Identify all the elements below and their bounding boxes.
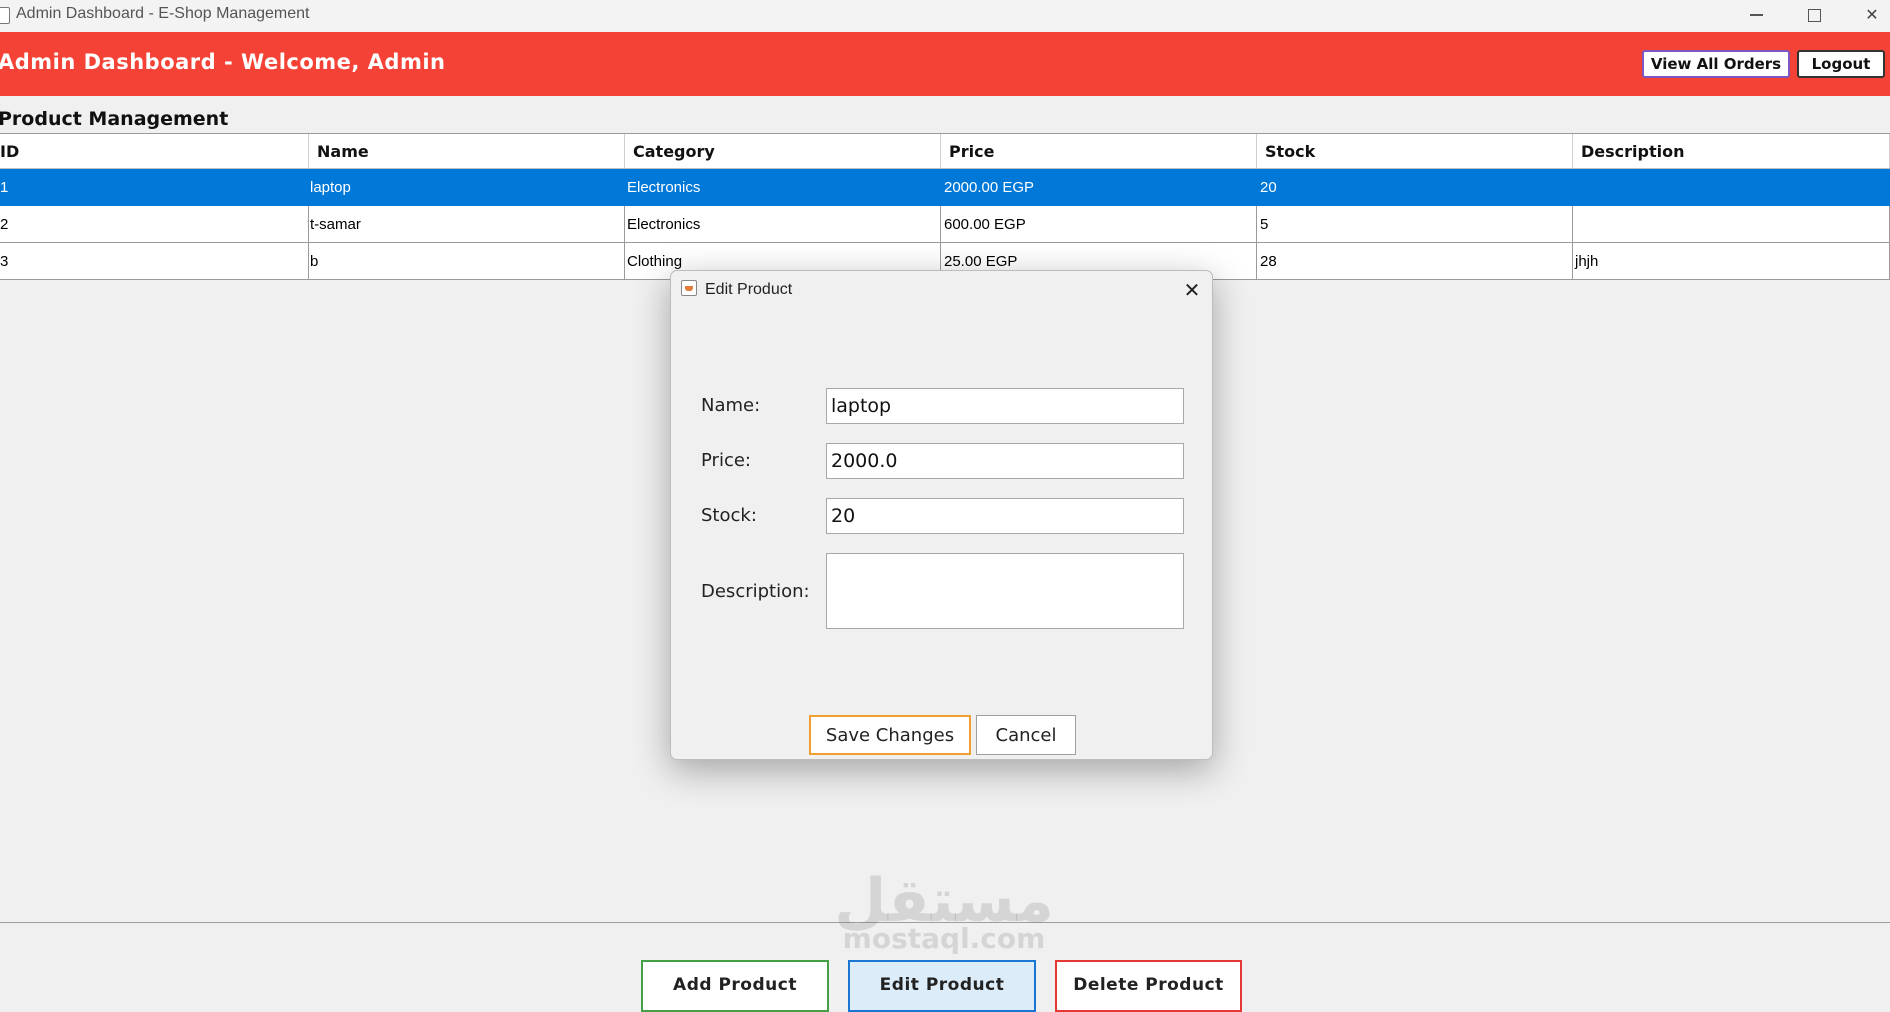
cell-stock: 20 [1257, 169, 1573, 205]
minimize-icon[interactable] [1727, 0, 1785, 30]
cell-name: laptop [309, 169, 625, 205]
cell-category: Electronics [625, 169, 941, 205]
header-title: Admin Dashboard - Welcome, Admin [0, 50, 446, 74]
price-label: Price: [701, 450, 751, 471]
table-row[interactable]: 1 laptop Electronics 2000.00 EGP 20 [0, 169, 1890, 206]
cell-description [1573, 206, 1890, 242]
window-title: Admin Dashboard - E-Shop Management [16, 5, 310, 22]
watermark: مستقل mostaql.com [828, 870, 1060, 954]
column-header-price[interactable]: Price [941, 134, 1257, 168]
add-product-button[interactable]: Add Product [641, 960, 829, 1012]
column-header-name[interactable]: Name [309, 134, 625, 168]
edit-product-button[interactable]: Edit Product [848, 960, 1036, 1012]
cell-description: jhjh [1573, 243, 1890, 279]
close-icon[interactable]: ✕ [1843, 0, 1890, 30]
cell-name: t-samar [309, 206, 625, 242]
column-header-stock[interactable]: Stock [1257, 134, 1573, 168]
cell-description [1573, 169, 1890, 205]
logout-button[interactable]: Logout [1797, 50, 1885, 78]
dashboard-header: Admin Dashboard - Welcome, Admin View Al… [0, 32, 1890, 96]
cancel-button[interactable]: Cancel [976, 715, 1076, 755]
java-app-icon [0, 7, 10, 24]
cell-id: 1 [0, 169, 309, 205]
dialog-titlebar: Edit Product ✕ [671, 271, 1212, 311]
stock-label: Stock: [701, 505, 757, 526]
table-header-row: ID Name Category Price Stock Description [0, 133, 1890, 169]
edit-product-dialog: Edit Product ✕ Name: Price: Stock: Descr… [670, 270, 1213, 760]
table-row[interactable]: 2 t-samar Electronics 600.00 EGP 5 [0, 206, 1890, 243]
price-field[interactable] [826, 443, 1184, 479]
cell-price: 2000.00 EGP [941, 169, 1257, 205]
view-all-orders-button[interactable]: View All Orders [1642, 50, 1790, 78]
section-title: Product Management [0, 108, 229, 130]
name-label: Name: [701, 395, 761, 416]
cell-price: 600.00 EGP [941, 206, 1257, 242]
cell-stock: 28 [1257, 243, 1573, 279]
window-titlebar: Admin Dashboard - E-Shop Management ✕ [0, 0, 1890, 32]
close-icon[interactable]: ✕ [1179, 277, 1205, 303]
description-field[interactable] [826, 553, 1184, 629]
product-table: ID Name Category Price Stock Description… [0, 133, 1890, 280]
java-app-icon [681, 280, 697, 296]
column-header-description[interactable]: Description [1573, 134, 1890, 168]
cell-stock: 5 [1257, 206, 1573, 242]
cell-id: 3 [0, 243, 309, 279]
cell-id: 2 [0, 206, 309, 242]
stock-field[interactable] [826, 498, 1184, 534]
column-header-id[interactable]: ID [0, 134, 309, 168]
watermark-latin: mostaql.com [842, 922, 1046, 955]
description-label: Description: [701, 581, 810, 602]
cell-name: b [309, 243, 625, 279]
save-changes-button[interactable]: Save Changes [809, 715, 971, 755]
cell-category: Electronics [625, 206, 941, 242]
dialog-title: Edit Product [705, 281, 793, 298]
bottom-divider [0, 922, 1890, 923]
column-header-category[interactable]: Category [625, 134, 941, 168]
delete-product-button[interactable]: Delete Product [1055, 960, 1242, 1012]
maximize-icon[interactable] [1785, 0, 1843, 30]
name-field[interactable] [826, 388, 1184, 424]
